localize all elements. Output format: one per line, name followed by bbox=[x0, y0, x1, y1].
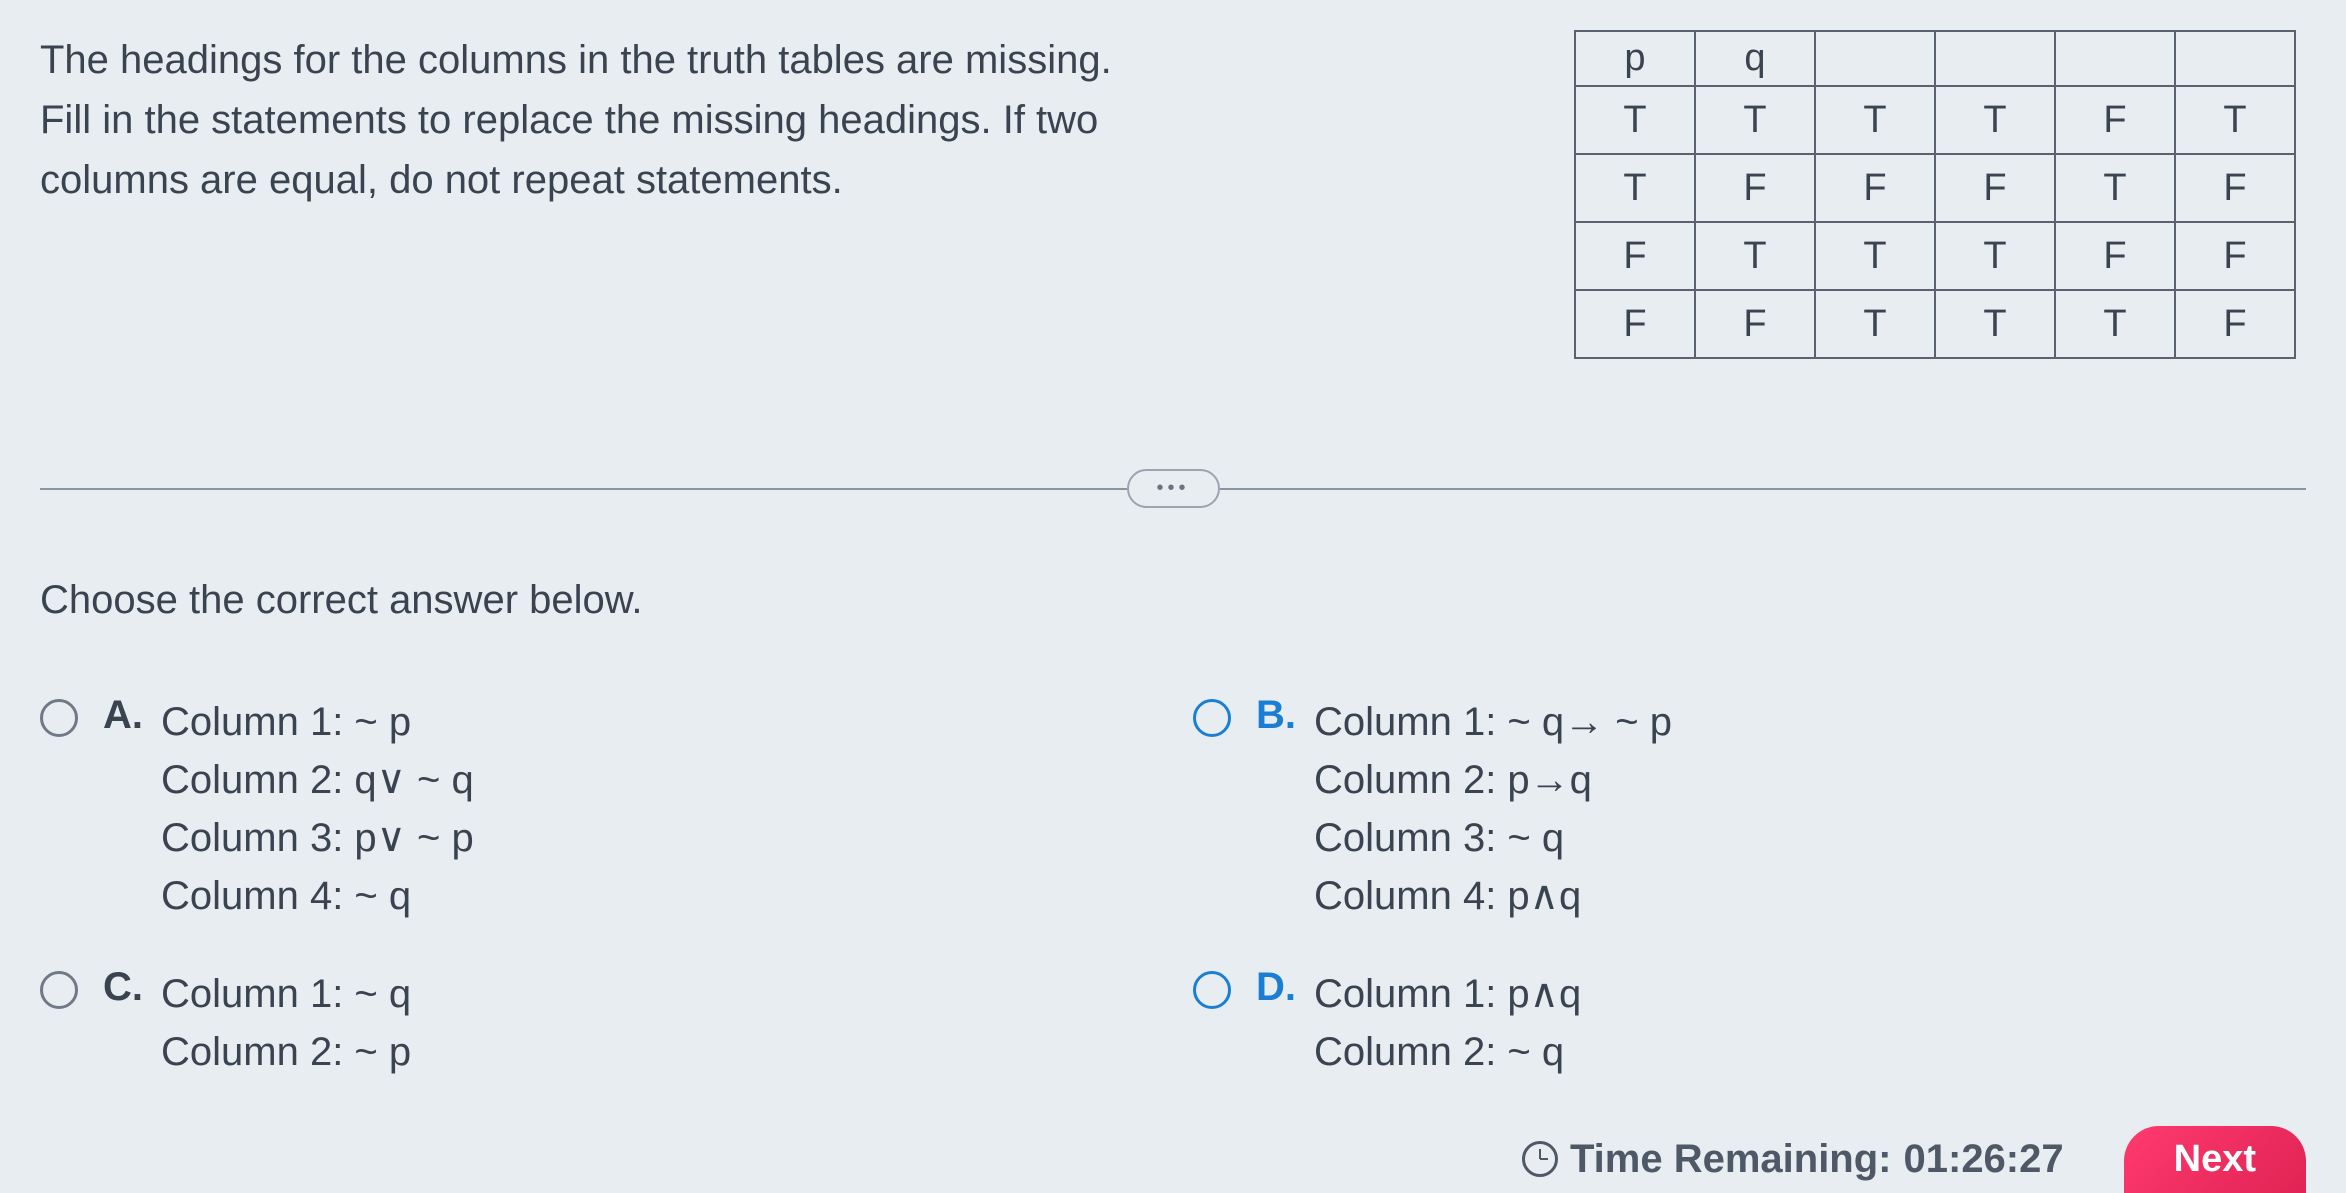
th-6 bbox=[2175, 31, 2295, 86]
clock-icon bbox=[1522, 1141, 1558, 1177]
cell: T bbox=[1575, 86, 1695, 154]
answer-a-label: A. bbox=[103, 693, 143, 738]
cell: F bbox=[1575, 222, 1695, 290]
cell: T bbox=[2175, 86, 2295, 154]
cell: T bbox=[1815, 290, 1935, 358]
cell: F bbox=[1695, 290, 1815, 358]
cell: F bbox=[1575, 290, 1695, 358]
cell: T bbox=[2055, 154, 2175, 222]
cell: T bbox=[2055, 290, 2175, 358]
cell: T bbox=[1695, 222, 1815, 290]
truth-table: p q T T T T F T T F F F T F bbox=[1574, 30, 2296, 359]
time-value: 01:26:27 bbox=[1904, 1137, 2064, 1182]
th-3 bbox=[1815, 31, 1935, 86]
footer-bar: Time Remaining: 01:26:27 Next bbox=[0, 1129, 2346, 1189]
answer-b-lines: Column 1: ~ q→ ~ p Column 2: p→q Column … bbox=[1314, 693, 1672, 925]
th-5 bbox=[2055, 31, 2175, 86]
cell: F bbox=[1815, 154, 1935, 222]
cell: T bbox=[1935, 222, 2055, 290]
radio-icon[interactable] bbox=[1193, 971, 1231, 1009]
th-4 bbox=[1935, 31, 2055, 86]
answer-option-a[interactable]: A. Column 1: ~ p Column 2: q∨ ~ q Column… bbox=[40, 693, 1153, 925]
cell: T bbox=[1815, 86, 1935, 154]
cell: F bbox=[2175, 290, 2295, 358]
cell: T bbox=[1935, 86, 2055, 154]
th-q: q bbox=[1695, 31, 1815, 86]
cell: T bbox=[1935, 290, 2055, 358]
question-text: The headings for the columns in the trut… bbox=[40, 30, 1140, 210]
answer-d-lines: Column 1: p∧q Column 2: ~ q bbox=[1314, 965, 1581, 1081]
divider-ellipsis-icon[interactable]: ••• bbox=[1127, 469, 1220, 508]
cell: T bbox=[1815, 222, 1935, 290]
answer-option-d[interactable]: D. Column 1: p∧q Column 2: ~ q bbox=[1193, 965, 2306, 1081]
cell: F bbox=[2055, 222, 2175, 290]
radio-icon[interactable] bbox=[40, 971, 78, 1009]
divider-line bbox=[40, 488, 1127, 490]
time-label: Time Remaining: bbox=[1570, 1137, 1892, 1182]
radio-icon[interactable] bbox=[1193, 699, 1231, 737]
time-remaining: Time Remaining: 01:26:27 bbox=[1522, 1137, 2064, 1182]
cell: F bbox=[1695, 154, 1815, 222]
answer-option-c[interactable]: C. Column 1: ~ q Column 2: ~ p bbox=[40, 965, 1153, 1081]
answer-c-lines: Column 1: ~ q Column 2: ~ p bbox=[161, 965, 411, 1081]
answer-option-b[interactable]: B. Column 1: ~ q→ ~ p Column 2: p→q Colu… bbox=[1193, 693, 2306, 925]
cell: T bbox=[1695, 86, 1815, 154]
next-button[interactable]: Next bbox=[2124, 1126, 2306, 1193]
answer-c-label: C. bbox=[103, 965, 143, 1010]
answer-a-lines: Column 1: ~ p Column 2: q∨ ~ q Column 3:… bbox=[161, 693, 474, 925]
cell: F bbox=[1935, 154, 2055, 222]
cell: T bbox=[1575, 154, 1695, 222]
th-p: p bbox=[1575, 31, 1695, 86]
cell: F bbox=[2055, 86, 2175, 154]
answer-b-label: B. bbox=[1256, 693, 1296, 738]
cell: F bbox=[2175, 154, 2295, 222]
divider-line bbox=[1220, 488, 2307, 490]
choose-answer-heading: Choose the correct answer below. bbox=[40, 578, 2306, 623]
answer-d-label: D. bbox=[1256, 965, 1296, 1010]
radio-icon[interactable] bbox=[40, 699, 78, 737]
cell: F bbox=[2175, 222, 2295, 290]
